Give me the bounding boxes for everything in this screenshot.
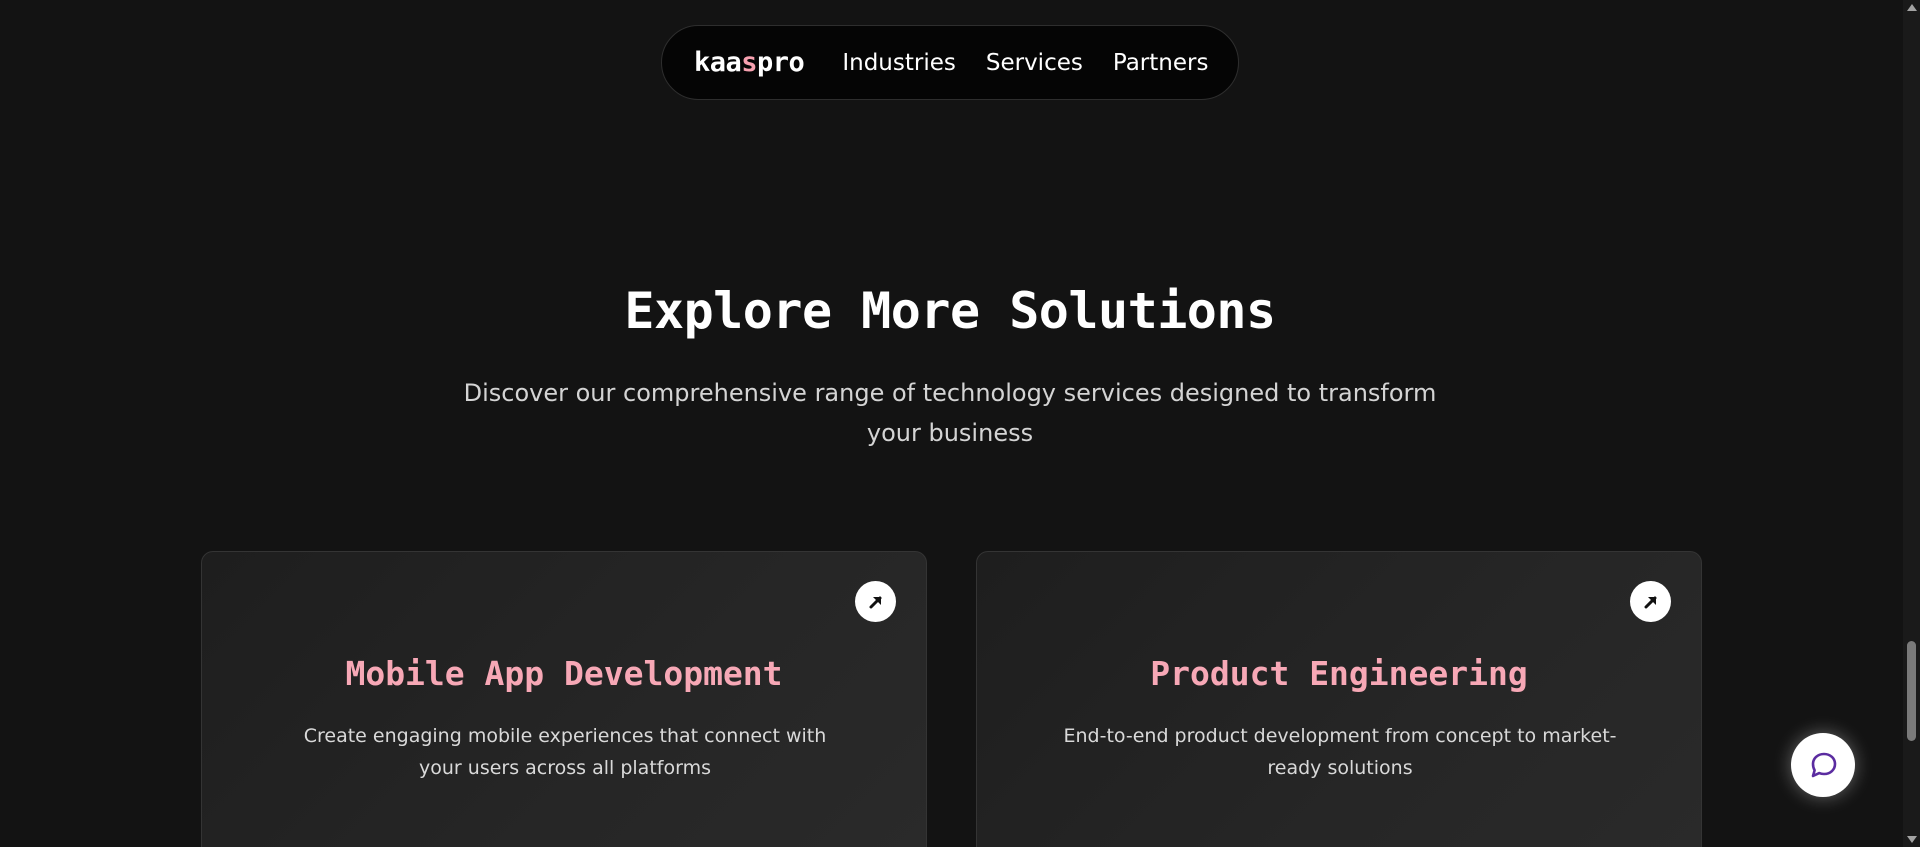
logo-text-end: pro [757, 47, 805, 78]
vertical-scrollbar[interactable] [1903, 0, 1920, 847]
card-description: End-to-end product development from conc… [1063, 725, 1617, 779]
page: kaaspro Industries Services Partners Exp… [0, 0, 1920, 847]
top-navigation: kaaspro Industries Services Partners [661, 25, 1239, 100]
nav-link-partners[interactable]: Partners [1113, 50, 1209, 76]
logo-text-start: kaa [694, 47, 742, 78]
card-title: Mobile App Development [345, 654, 783, 693]
solution-card-mobile-app-development[interactable]: Mobile App Development Create engaging m… [201, 551, 927, 847]
chat-bubble-icon [1811, 752, 1837, 778]
scrollbar-thumb[interactable] [1907, 641, 1916, 741]
nav-link-industries[interactable]: Industries [842, 50, 956, 76]
arrow-up-right-icon[interactable] [1630, 581, 1671, 622]
solution-card-product-engineering[interactable]: Product Engineering End-to-end product d… [976, 551, 1702, 847]
card-title: Product Engineering [1150, 654, 1528, 693]
arrow-up-right-icon[interactable] [855, 581, 896, 622]
chat-button[interactable] [1791, 733, 1855, 797]
scroll-down-arrow-icon[interactable] [1907, 836, 1917, 843]
card-description: Create engaging mobile experiences that … [303, 725, 827, 779]
nav-link-services[interactable]: Services [986, 50, 1083, 76]
kaaspro-logo[interactable]: kaaspro [694, 47, 805, 78]
section-subtitle: Discover our comprehensive range of tech… [463, 379, 1437, 447]
section-title: Explore More Solutions [624, 282, 1276, 340]
scroll-up-arrow-icon[interactable] [1907, 4, 1917, 11]
logo-text-accent: s [741, 47, 758, 78]
